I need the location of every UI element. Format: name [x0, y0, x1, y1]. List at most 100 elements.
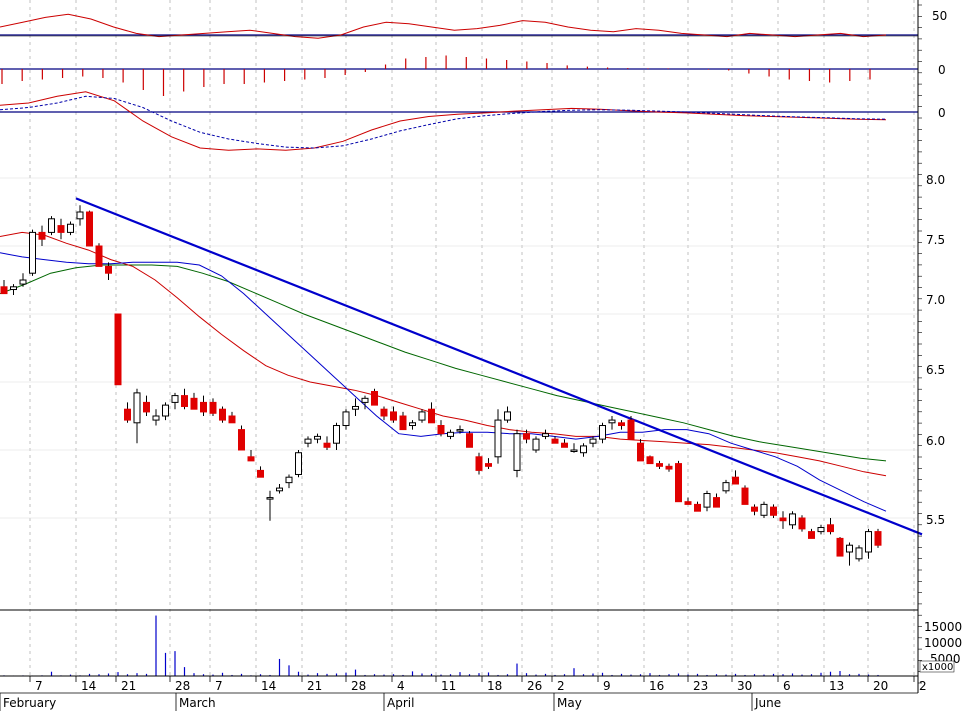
price-tick-label: 7.5	[926, 233, 945, 247]
candle-body-up	[580, 445, 587, 454]
candle	[0, 280, 8, 295]
volume-tick-label: 15000	[924, 620, 962, 634]
candle-body-down	[190, 397, 198, 410]
candle	[428, 402, 435, 424]
candle-body-down	[209, 401, 217, 414]
candle	[219, 406, 226, 423]
price-tick-label: 6.5	[926, 363, 945, 377]
candle	[713, 493, 720, 508]
moving-average-mid	[0, 231, 887, 477]
candle-body-down	[371, 391, 378, 406]
candle-body-down	[323, 442, 331, 448]
x-tick-label: 2	[557, 679, 565, 693]
right-axis-ticks	[918, 4, 922, 684]
candle	[589, 436, 597, 448]
candle-body-down	[475, 456, 483, 471]
x-tick-label: 7	[35, 679, 43, 693]
candle	[580, 443, 587, 457]
price-tick-label: 6.0	[926, 434, 945, 448]
candle-body-up	[133, 392, 141, 424]
x-axis-month-labels: February March April May June	[0, 692, 918, 711]
candle-body-up	[570, 449, 578, 452]
candle-body-up	[314, 435, 321, 440]
candle	[304, 436, 312, 448]
candle-body-up	[352, 405, 359, 410]
candle-body-up	[789, 513, 796, 526]
candle-body-down	[618, 422, 625, 427]
candle	[29, 229, 36, 276]
price-gridlines	[0, 177, 918, 519]
candle-body-down	[561, 442, 568, 448]
x-tick-label: 13	[829, 679, 844, 693]
x-tick-label: 11	[441, 679, 456, 693]
candle-body-down	[523, 433, 530, 440]
candle	[817, 524, 825, 535]
candle-body-down	[874, 531, 882, 546]
candle-body-down	[247, 456, 255, 462]
candle	[675, 460, 682, 503]
candle-body-up	[846, 544, 853, 553]
candle-body-down	[665, 465, 673, 470]
candle-body-up	[276, 487, 283, 492]
candle	[57, 218, 65, 240]
candle	[333, 422, 340, 450]
candle	[171, 392, 179, 410]
candle-body-down	[219, 408, 226, 421]
candle-body-up	[513, 433, 521, 471]
candle	[542, 429, 549, 440]
candle-body-down	[694, 503, 701, 512]
candle-body-up	[266, 497, 274, 500]
candle	[741, 485, 749, 505]
candle	[352, 398, 359, 416]
candle-body-down	[57, 225, 65, 233]
indicator-panels-bg	[0, 0, 918, 150]
candle-body-down	[399, 415, 407, 431]
candle-body-up	[703, 493, 711, 508]
candle	[656, 460, 663, 470]
candle-body-up	[304, 438, 312, 444]
x-axis-date-labels: 7 14 21 28 7 14 21 28 4 11 18 26 2 9 16 23 30 6 13 20 2	[29, 676, 927, 693]
macd-tick-label: 0	[938, 106, 946, 120]
candle-body-down	[86, 211, 93, 247]
candle	[342, 409, 350, 430]
x-tick-label: 7	[215, 679, 223, 693]
volume-unit-label: x1000	[922, 662, 953, 673]
x-tick-label: 14	[261, 679, 276, 693]
candle	[513, 429, 521, 478]
candle-body-up	[342, 411, 350, 427]
candle	[618, 420, 625, 430]
candle-body-down	[798, 517, 806, 530]
candle	[418, 409, 426, 423]
candle	[637, 439, 644, 462]
candle-body-down	[684, 501, 692, 505]
candle-body-down	[551, 438, 559, 444]
candle-body-down	[637, 442, 644, 462]
candle	[152, 409, 160, 426]
candle	[732, 470, 739, 485]
candle	[380, 406, 388, 421]
x-tick-label: 26	[527, 679, 542, 693]
candle	[665, 463, 673, 472]
candle	[295, 450, 302, 478]
candle-body-down	[770, 506, 777, 516]
candle-body-down	[836, 537, 844, 557]
candle-body-up	[361, 397, 369, 403]
candle-body-up	[152, 415, 160, 421]
candle-body-down	[95, 245, 103, 267]
candle	[86, 210, 93, 247]
candle-body-down	[485, 463, 492, 467]
month-label: March	[179, 696, 216, 710]
candle-body-up	[19, 279, 27, 285]
candle	[798, 515, 806, 532]
candle-body-up	[589, 438, 597, 444]
candle-body-down	[741, 487, 749, 505]
candle	[409, 420, 416, 430]
x-tick-label: 2	[919, 679, 927, 693]
candle-body-down	[228, 415, 236, 424]
candle-body-down	[114, 313, 122, 386]
candle	[314, 433, 321, 444]
x-tick-label: 23	[693, 679, 708, 693]
x-tick-label: 9	[603, 679, 611, 693]
candle	[38, 225, 46, 246]
candle	[722, 479, 730, 494]
